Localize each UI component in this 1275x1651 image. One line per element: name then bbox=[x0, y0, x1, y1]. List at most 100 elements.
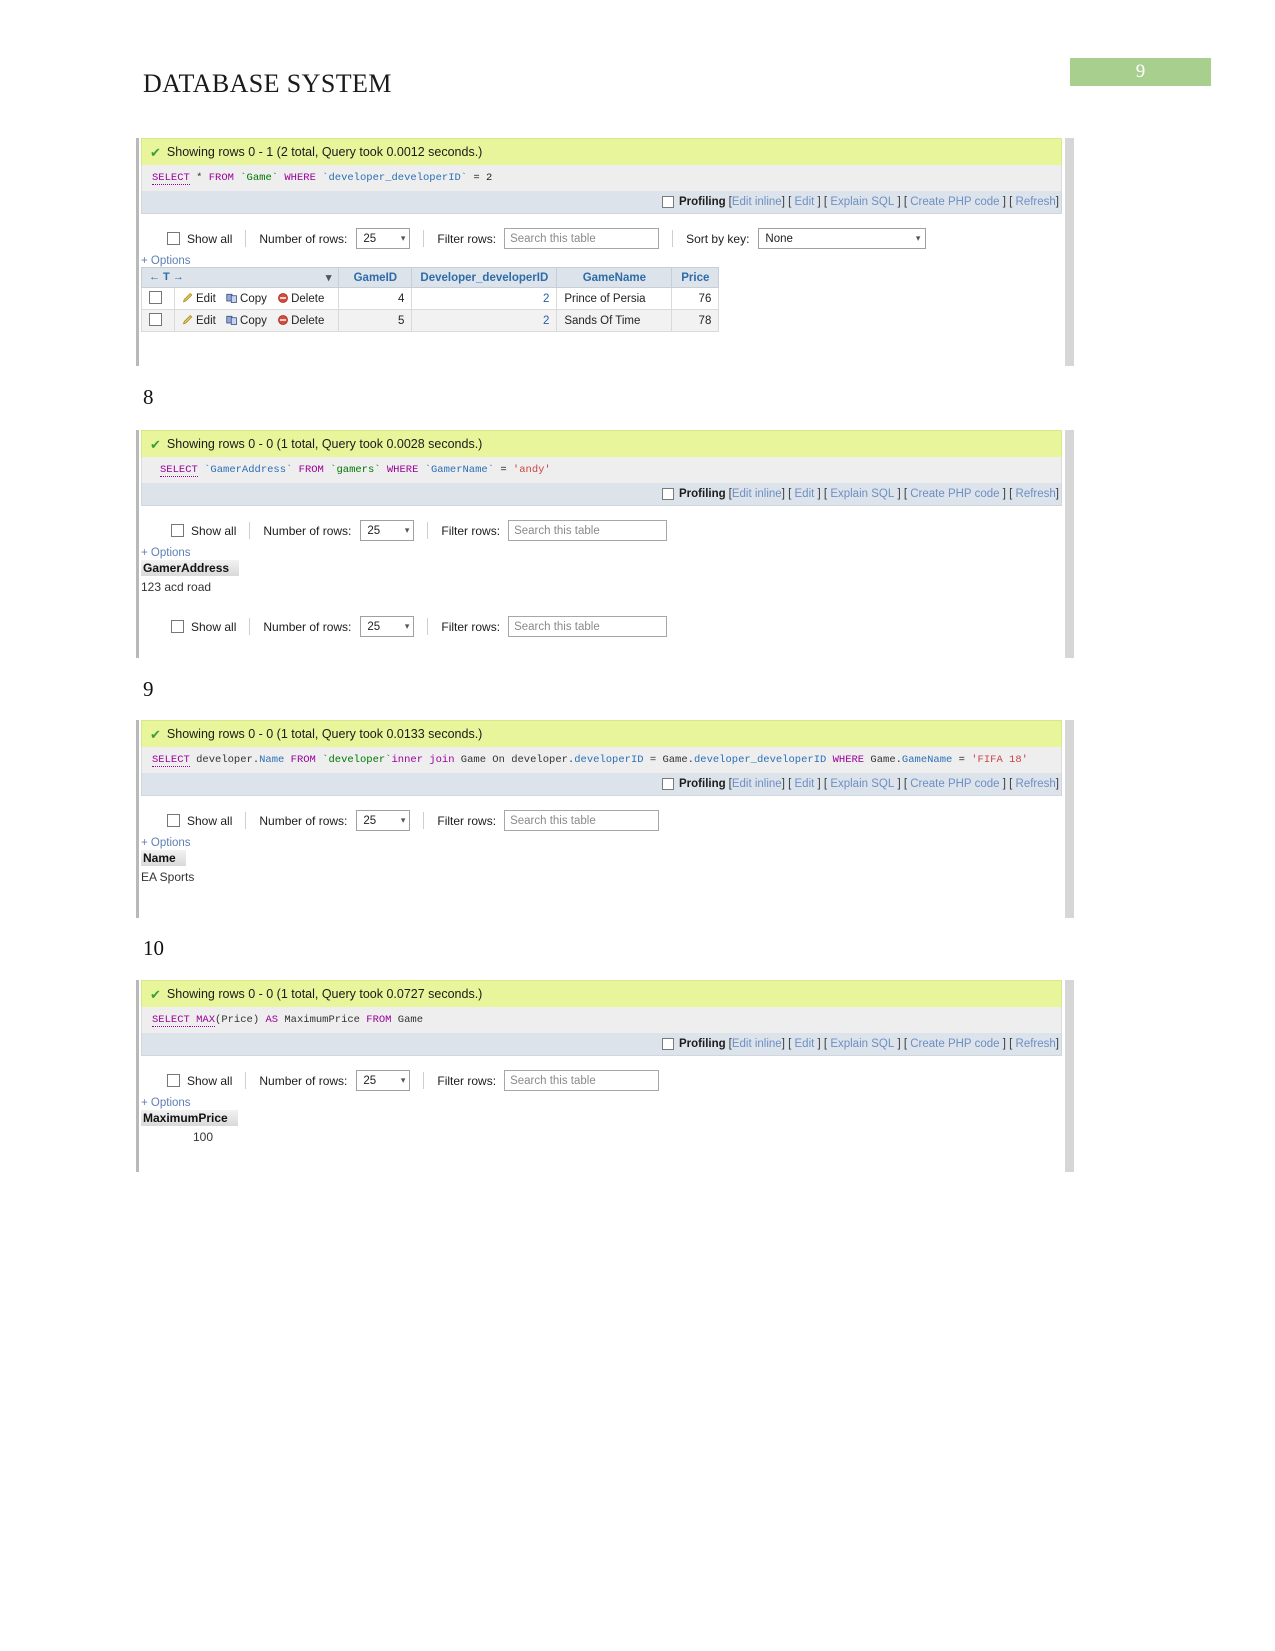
explain-sql-link[interactable]: Explain SQL bbox=[830, 1038, 894, 1050]
sort-by-key-select[interactable]: None bbox=[758, 228, 927, 249]
th-gamename[interactable]: GameName bbox=[556, 267, 673, 288]
copy-label[interactable]: Copy bbox=[240, 293, 267, 305]
create-php-code-link[interactable]: Create PHP code bbox=[910, 488, 999, 500]
sql-token: 'FIFA 18' bbox=[971, 754, 1028, 766]
edit-action[interactable]: Edit bbox=[182, 314, 216, 327]
th-gameid[interactable]: GameID bbox=[338, 267, 413, 288]
bracket: ] [ bbox=[814, 196, 831, 208]
profiling-checkbox[interactable] bbox=[662, 196, 674, 208]
explain-sql-link[interactable]: Explain SQL bbox=[830, 196, 894, 208]
th-developer-developerid[interactable]: Developer_developerID bbox=[411, 267, 558, 288]
row-select-cell[interactable] bbox=[141, 287, 175, 310]
sql-token: `Game` bbox=[233, 172, 285, 184]
cell-gamename: Prince of Persia bbox=[556, 287, 673, 310]
options-toggle[interactable]: + Options bbox=[141, 249, 1062, 267]
options-toggle[interactable]: + Options bbox=[141, 1091, 1062, 1109]
edit-link[interactable]: Edit bbox=[795, 778, 815, 790]
refresh-link[interactable]: Refresh bbox=[1016, 1038, 1056, 1050]
filter-rows-input[interactable]: Search this table bbox=[504, 810, 660, 831]
show-all-label: Show all bbox=[191, 619, 237, 634]
sql-token: 'andy' bbox=[512, 464, 551, 476]
nav-arrows-icon[interactable]: ← T → bbox=[149, 271, 184, 283]
edit-link[interactable]: Edit bbox=[795, 196, 815, 208]
edit-inline-link[interactable]: Edit inline bbox=[732, 1038, 782, 1050]
options-toggle[interactable]: + Options bbox=[141, 541, 1062, 559]
sql-token: Name bbox=[259, 754, 285, 766]
table-row[interactable]: Edit Copy Delete 4 2 Prince of Persia 76 bbox=[141, 287, 720, 310]
create-php-code-link[interactable]: Create PHP code bbox=[910, 196, 999, 208]
check-icon: ✔ bbox=[150, 986, 161, 1002]
delete-label[interactable]: Delete bbox=[291, 315, 324, 327]
filter-rows-input[interactable]: Search this table bbox=[508, 616, 668, 637]
chevron-down-icon[interactable]: ▾ bbox=[326, 271, 332, 284]
edit-inline-link[interactable]: Edit inline bbox=[732, 196, 782, 208]
bracket: ] [ bbox=[894, 778, 911, 790]
row-select-cell[interactable] bbox=[141, 309, 175, 332]
filter-rows-input[interactable]: Search this table bbox=[508, 520, 668, 541]
copy-label[interactable]: Copy bbox=[240, 315, 267, 327]
options-toggle[interactable]: + Options bbox=[141, 831, 1062, 849]
delete-action[interactable]: Delete bbox=[277, 293, 324, 305]
bracket: ] [ bbox=[814, 488, 831, 500]
sql-token: WHERE bbox=[826, 754, 865, 766]
copy-action[interactable]: Copy bbox=[226, 293, 267, 305]
delete-action[interactable]: Delete bbox=[277, 315, 324, 327]
edit-inline-link[interactable]: Edit inline bbox=[732, 488, 782, 500]
copy-action[interactable]: Copy bbox=[226, 315, 267, 327]
filter-rows-input[interactable]: Search this table bbox=[504, 1070, 660, 1091]
result-controls: Show all Number of rows: 25 Filter rows:… bbox=[141, 1056, 1062, 1091]
table-row[interactable]: Edit Copy Delete 5 2 Sands Of Time 78 bbox=[141, 309, 720, 332]
edit-label[interactable]: Edit bbox=[196, 293, 216, 305]
bracket: ] [ bbox=[894, 196, 911, 208]
number-of-rows-select[interactable]: 25 bbox=[356, 1070, 411, 1091]
panel-scrollbar[interactable] bbox=[1065, 720, 1074, 918]
number-of-rows-select[interactable]: 25 bbox=[356, 228, 411, 249]
show-all-label: Show all bbox=[187, 1073, 233, 1088]
show-all-checkbox[interactable] bbox=[171, 524, 184, 537]
panel-scrollbar[interactable] bbox=[1065, 980, 1074, 1172]
number-of-rows-select[interactable]: 25 bbox=[360, 616, 415, 637]
edit-inline-link[interactable]: Edit inline bbox=[732, 778, 782, 790]
profiling-checkbox[interactable] bbox=[662, 488, 674, 500]
filter-rows-input[interactable]: Search this table bbox=[504, 228, 660, 249]
divider bbox=[427, 618, 429, 635]
panel-scrollbar[interactable] bbox=[1065, 138, 1074, 366]
bracket: ] [ bbox=[814, 1038, 831, 1050]
edit-label[interactable]: Edit bbox=[196, 315, 216, 327]
delete-label[interactable]: Delete bbox=[291, 293, 324, 305]
panel-scrollbar[interactable] bbox=[1065, 430, 1074, 658]
create-php-code-link[interactable]: Create PHP code bbox=[910, 778, 999, 790]
number-of-rows-select[interactable]: 25 bbox=[356, 810, 411, 831]
profiling-bar: Profiling [Edit inline] [ Edit ] [ Expla… bbox=[141, 483, 1062, 506]
create-php-code-link[interactable]: Create PHP code bbox=[910, 1038, 999, 1050]
show-all-checkbox[interactable] bbox=[167, 232, 180, 245]
show-all-checkbox[interactable] bbox=[167, 814, 180, 827]
edit-link[interactable]: Edit bbox=[795, 1038, 815, 1050]
number-of-rows-label: Number of rows: bbox=[263, 523, 352, 538]
table-nav-cell[interactable]: ← T → ▾ bbox=[140, 267, 340, 288]
row-checkbox[interactable] bbox=[149, 313, 162, 326]
show-all-checkbox[interactable] bbox=[171, 620, 184, 633]
edit-action[interactable]: Edit bbox=[182, 292, 216, 305]
sql-token: SELECT bbox=[160, 464, 198, 477]
refresh-link[interactable]: Refresh bbox=[1016, 488, 1056, 500]
refresh-link[interactable]: Refresh bbox=[1016, 778, 1056, 790]
number-of-rows-select[interactable]: 25 bbox=[360, 520, 415, 541]
show-all-checkbox[interactable] bbox=[167, 1074, 180, 1087]
th-price[interactable]: Price bbox=[671, 267, 720, 288]
profiling-checkbox[interactable] bbox=[662, 1038, 674, 1050]
explain-sql-link[interactable]: Explain SQL bbox=[830, 488, 894, 500]
panel-left-rule bbox=[136, 980, 139, 1172]
profiling-checkbox[interactable] bbox=[662, 778, 674, 790]
refresh-link[interactable]: Refresh bbox=[1016, 196, 1056, 208]
sql-token: FROM bbox=[298, 464, 324, 476]
query-status-text: Showing rows 0 - 1 (2 total, Query took … bbox=[166, 145, 483, 159]
query-status-bar: ✔ Showing rows 0 - 1 (2 total, Query too… bbox=[141, 138, 1062, 165]
bracket: ] [ bbox=[999, 1038, 1016, 1050]
explain-sql-link[interactable]: Explain SQL bbox=[830, 778, 894, 790]
filter-rows-label: Filter rows: bbox=[441, 523, 501, 538]
row-checkbox[interactable] bbox=[149, 291, 162, 304]
edit-link[interactable]: Edit bbox=[795, 488, 815, 500]
bracket: ] bbox=[1055, 196, 1059, 208]
divider bbox=[423, 1072, 425, 1089]
